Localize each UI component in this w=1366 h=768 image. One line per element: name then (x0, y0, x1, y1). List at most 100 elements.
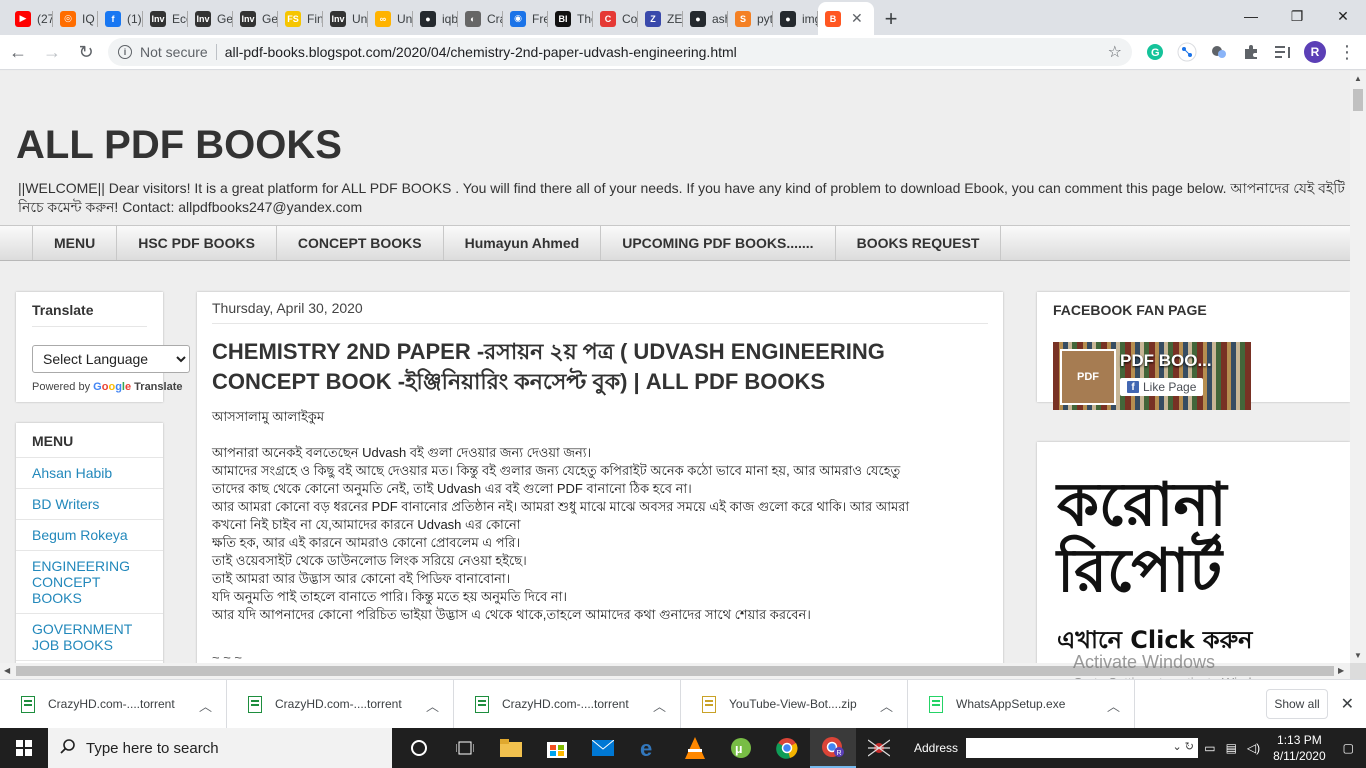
close-window-button[interactable]: ✕ (1320, 0, 1366, 32)
browser-tab[interactable]: f (1) F (98, 2, 143, 35)
browser-tab[interactable]: Inv Ger (233, 2, 278, 35)
browser-tab[interactable]: Z ZEV (638, 2, 683, 35)
download-item[interactable]: WhatsAppSetup.exe ︿ (908, 679, 1135, 729)
scroll-up-arrow-icon[interactable]: ▲ (1354, 74, 1362, 83)
cortana-icon[interactable] (396, 728, 442, 768)
browser-tab[interactable]: ● ash (683, 2, 728, 35)
menu-widget-link[interactable]: Begum Rokeya (16, 520, 163, 551)
browser-tab[interactable]: Inv Eco (143, 2, 188, 35)
network-extension-icon[interactable] (1172, 37, 1202, 67)
media-control-icon[interactable] (1268, 37, 1298, 67)
new-tab-button[interactable]: + (874, 2, 908, 35)
battery-icon[interactable]: ▭ (1204, 741, 1215, 755)
facebook-page-name[interactable]: PDF BOO... (1120, 351, 1212, 371)
chevron-up-icon[interactable]: ︿ (880, 696, 893, 715)
facebook-page-plugin[interactable]: PDF PDF BOO... f Like Page (1053, 342, 1251, 410)
spider-app-icon[interactable] (856, 728, 902, 768)
top-menu-item[interactable]: HSC PDF BOOKS (116, 226, 276, 260)
taskbar-search-box[interactable]: Type here to search (48, 728, 392, 768)
microsoft-store-icon[interactable] (534, 728, 580, 768)
utorrent-icon[interactable]: µ (718, 728, 764, 768)
menu-widget-link[interactable]: BD Writers (16, 489, 163, 520)
reload-button[interactable]: ↻ (70, 36, 102, 68)
post-text-line: তাই ওয়েবসাইট থেকে ডাউনলোড লিংক সরিয়ে ন… (212, 553, 527, 568)
browser-tab[interactable]: ● img (773, 2, 818, 35)
menu-widget-link[interactable]: GOVERNMENT JOB BOOKS (16, 614, 163, 661)
browser-tab[interactable]: BI The (548, 2, 593, 35)
taskbar-clock[interactable]: 1:13 PM 8/11/2020 (1273, 732, 1326, 764)
profile-avatar[interactable]: R (1300, 37, 1330, 67)
close-tab-icon[interactable]: ✕ (851, 10, 863, 27)
chrome-menu-icon[interactable]: ⋮ (1332, 37, 1362, 67)
browser-tab[interactable]: Spyt (728, 2, 773, 35)
tab-favicon-icon: ∞ (375, 10, 391, 27)
top-menu-item[interactable]: MENU (32, 226, 116, 260)
minimize-button[interactable]: — (1228, 0, 1274, 32)
browser-tab[interactable]: ◉ Fres (503, 2, 548, 35)
browser-tab[interactable]: C Coc (593, 2, 638, 35)
browser-tab[interactable]: ● iqb (413, 2, 458, 35)
menu-widget-link[interactable]: Ahsan Habib (16, 458, 163, 489)
network-icon[interactable]: ▤ (1226, 741, 1237, 755)
show-all-downloads-button[interactable]: Show all (1266, 689, 1328, 719)
like-page-button[interactable]: f Like Page (1120, 378, 1204, 396)
close-download-shelf-icon[interactable]: ✕ (1341, 694, 1354, 714)
grammarly-extension-icon[interactable]: G (1140, 37, 1170, 67)
browser-tab[interactable]: ◎ IQ C (53, 2, 98, 35)
back-button[interactable]: ← (2, 36, 34, 68)
google-logo[interactable]: Google (93, 381, 131, 393)
download-item[interactable]: YouTube-View-Bot....zip ︿ (681, 679, 908, 729)
download-item[interactable]: CrazyHD.com-....torrent ︿ (454, 679, 681, 729)
browser-tab[interactable]: ◐ Cra (458, 2, 503, 35)
chevron-up-icon[interactable]: ︿ (1107, 696, 1120, 715)
top-menu-item[interactable]: BOOKS REQUEST (834, 226, 1002, 260)
mail-icon[interactable] (580, 728, 626, 768)
tray-expand-chevron-icon[interactable]: ⌃ (1184, 741, 1194, 755)
top-menu-item[interactable]: UPCOMING PDF BOOKS....... (600, 226, 834, 260)
scroll-down-arrow-icon[interactable]: ▼ (1354, 651, 1362, 660)
vlc-icon[interactable] (672, 728, 718, 768)
windows-start-icon[interactable] (0, 728, 48, 768)
volume-icon[interactable]: ◁) (1247, 741, 1260, 755)
language-select[interactable]: Select Language (32, 345, 190, 373)
browser-tab[interactable]: Inv Ger (188, 2, 233, 35)
bookmark-star-icon[interactable]: ☆ (1108, 42, 1122, 62)
task-view-icon[interactable] (442, 728, 488, 768)
browser-tab[interactable]: Inv Unit (323, 2, 368, 35)
corona-report-widget[interactable]: করোনা রিপোর্ট এখানে Click করুন (1037, 442, 1350, 663)
chevron-up-icon[interactable]: ︿ (426, 696, 439, 715)
info-icon[interactable]: i (118, 45, 132, 59)
page-profile-thumbnail[interactable]: PDF (1060, 349, 1116, 405)
vertical-scrollbar[interactable]: ▲ ▼ (1350, 71, 1366, 663)
url-text[interactable]: all-pdf-books.blogspot.com/2020/04/chemi… (225, 44, 737, 60)
address-toolbar-input[interactable]: ⌄ ↻ (966, 738, 1199, 758)
extensions-puzzle-icon[interactable] (1236, 37, 1266, 67)
translate-extension-icon[interactable] (1204, 37, 1234, 67)
post-title[interactable]: CHEMISTRY 2ND PAPER -রসায়ন ২য় পত্র ( U… (212, 337, 988, 397)
address-bar[interactable]: i Not secure all-pdf-books.blogspot.com/… (108, 38, 1132, 66)
edge-browser-icon[interactable]: e (626, 728, 672, 768)
file-explorer-icon[interactable] (488, 728, 534, 768)
top-menu-item[interactable]: Humayun Ahmed (442, 226, 601, 260)
forward-button[interactable]: → (36, 36, 68, 68)
scroll-left-arrow-icon[interactable]: ◀ (4, 666, 10, 675)
download-item[interactable]: CrazyHD.com-....torrent ︿ (227, 679, 454, 729)
chrome-icon[interactable] (764, 728, 810, 768)
maximize-button[interactable]: ❐ (1274, 0, 1320, 32)
vertical-scroll-thumb[interactable] (1353, 89, 1363, 111)
download-item[interactable]: CrazyHD.com-....torrent ︿ (0, 679, 227, 729)
blog-title[interactable]: ALL PDF BOOKS (16, 123, 342, 168)
browser-tab[interactable]: ∞ Unt (368, 2, 413, 35)
notifications-icon[interactable]: ▢ (1343, 741, 1354, 755)
chrome-profile-icon[interactable]: R (810, 728, 856, 768)
menu-widget-link[interactable]: ENGINEERING CONCEPT BOOKS (16, 551, 163, 614)
chevron-up-icon[interactable]: ︿ (199, 696, 212, 715)
post-text-line: আর আমরা কোনো বড় ধরনের PDF বানানোর প্রতি… (212, 499, 910, 514)
browser-tab[interactable]: ▶ (27) (8, 2, 53, 35)
active-browser-tab[interactable]: B ✕ (818, 2, 874, 35)
top-menu-item[interactable]: CONCEPT BOOKS (275, 226, 443, 260)
chevron-up-icon[interactable]: ︿ (653, 696, 666, 715)
scroll-right-arrow-icon[interactable]: ▶ (1338, 666, 1344, 675)
browser-tab[interactable]: FS Fina (278, 2, 323, 35)
translate-link[interactable]: Translate (134, 381, 182, 393)
